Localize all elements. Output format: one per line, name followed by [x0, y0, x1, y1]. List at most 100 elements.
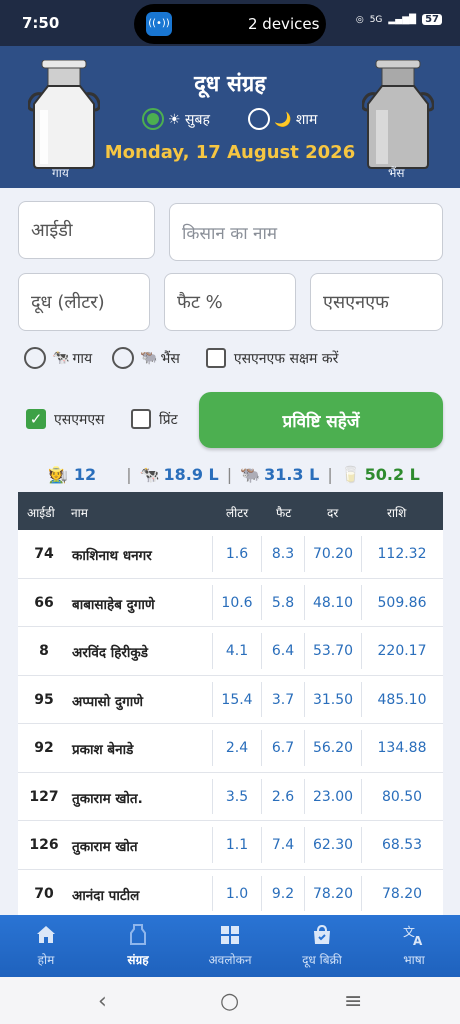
network-label: 5G	[369, 14, 383, 25]
radio-unselected-icon	[248, 108, 270, 130]
cell-fat: 5.8	[271, 594, 295, 611]
recents-icon[interactable]: ≡	[344, 989, 362, 1014]
table-row[interactable]: 70 आनंदा पाटील 1.0 9.2 78.20 78.20	[18, 869, 443, 916]
nav-home[interactable]: होम	[0, 921, 92, 968]
fat-input[interactable]: फैट %	[164, 273, 296, 331]
cow-icon: 🐄	[139, 464, 160, 484]
radio-unselected-icon	[24, 347, 46, 369]
col-id[interactable]: आईडी	[27, 504, 55, 521]
table-row[interactable]: 95 अप्पासो दुगाणे 15.4 3.7 31.50 485.10	[18, 675, 443, 724]
farmer-icon: 🧑‍🌾	[48, 464, 68, 484]
col-rate[interactable]: दर	[327, 504, 338, 521]
print-checkbox[interactable]: प्रिंट	[131, 409, 178, 429]
farmer-id-input[interactable]: आईडी	[18, 201, 155, 259]
checkbox-unchecked-icon	[131, 409, 151, 429]
radio-selected-icon	[142, 108, 164, 130]
cell-amount: 68.53	[381, 837, 423, 853]
table-header: आईडी नाम लीटर फैट दर राशि	[18, 492, 443, 530]
home-circle-icon[interactable]: ○	[220, 989, 239, 1014]
nav-language[interactable]: 文A भाषा	[368, 921, 460, 968]
cell-name: आनंदा पाटील	[72, 887, 140, 904]
table-row[interactable]: 74 काशिनाथ धनगर 1.6 8.3 70.20 112.32	[18, 530, 443, 579]
buffalo-icon: 🐃	[240, 464, 261, 484]
cow-radio[interactable]: 🐄 गाय	[24, 347, 92, 369]
current-date[interactable]: Monday, 17 August 2026	[0, 142, 460, 163]
cell-rate: 62.30	[312, 837, 354, 853]
buffalo-icon: 🐃	[140, 350, 158, 366]
hotspot-icon: ((•))	[146, 12, 172, 36]
animal-type-row: 🐄 गाय 🐃 भैंस एसएनएफ सक्षम करें	[24, 347, 338, 369]
milk-can-icon	[130, 924, 146, 945]
translate-icon: 文A	[403, 924, 423, 947]
cell-id: 74	[34, 546, 54, 562]
shift-morning-radio[interactable]: ☀ सुबह	[142, 108, 210, 130]
system-icons: ◎ 5G ▂▄▆█ 57	[356, 14, 442, 25]
cell-name: तुकाराम खोत	[72, 839, 138, 855]
shift-evening-radio[interactable]: 🌙 शाम	[248, 108, 317, 130]
nav-collection[interactable]: संग्रह	[92, 921, 184, 968]
cell-rate: 53.70	[312, 643, 354, 659]
collection-summary: 🧑‍🌾 12 | 🐄 18.9 L | 🐃 31.3 L | 🥛 50.2 L	[48, 464, 420, 484]
status-time: 7:50	[22, 14, 60, 32]
cell-fat: 2.6	[271, 788, 295, 805]
farmer-name-input[interactable]: किसान का नाम	[169, 203, 443, 261]
svg-text:A: A	[413, 934, 423, 947]
col-name[interactable]: नाम	[71, 504, 88, 521]
cow-radio-label: गाय	[72, 350, 93, 367]
cell-fat: 6.4	[271, 643, 295, 659]
cell-amount: 80.50	[381, 788, 423, 805]
cell-amount: 220.17	[377, 643, 427, 659]
col-liters[interactable]: लीटर	[226, 504, 248, 521]
cow-icon: 🐄	[52, 350, 70, 366]
cell-amount: 509.86	[377, 594, 427, 611]
col-amount[interactable]: राशि	[387, 504, 406, 521]
shift-evening-label: 🌙 शाम	[274, 111, 318, 128]
app-header: गाय भैंस दूध संग्रह ☀ सुबह 🌙 शाम Monday,…	[0, 46, 460, 188]
milk-liters-input[interactable]: दूध (लीटर)	[18, 273, 150, 331]
cell-liters: 1.6	[225, 546, 249, 562]
bottom-navigation: होम संग्रह अवलोकन दूध बिक्री 文A भाषा	[0, 915, 460, 977]
snf-input[interactable]: एसएनएफ	[310, 273, 443, 331]
table-row[interactable]: 126 तुकाराम खोत 1.1 7.4 62.30 68.53	[18, 821, 443, 870]
nav-overview[interactable]: अवलोकन	[184, 921, 276, 968]
cell-liters: 4.1	[225, 643, 249, 659]
dynamic-island[interactable]: ((•)) 2 devices	[134, 4, 326, 44]
cell-rate: 70.20	[312, 546, 354, 562]
table-row[interactable]: 66 बाबासाहेब दुगाणे 10.6 5.8 48.10 509.8…	[18, 578, 443, 627]
system-navigation: ‹ ○ ≡	[0, 977, 460, 1024]
table-row[interactable]: 92 प्रकाश बेनाडे 2.4 6.7 56.20 134.88	[18, 724, 443, 773]
entries-table[interactable]: 74 काशिनाथ धनगर 1.6 8.3 70.20 112.32 66 …	[18, 530, 443, 916]
cell-id: 95	[34, 691, 54, 708]
nav-milk-sale[interactable]: दूध बिक्री	[276, 921, 368, 968]
cell-amount: 485.10	[377, 691, 427, 708]
cell-name: अरविंद हिरीकुडे	[72, 645, 148, 661]
home-icon	[37, 926, 55, 943]
enable-snf-checkbox[interactable]: एसएनएफ सक्षम करें	[205, 348, 338, 368]
buffalo-radio[interactable]: 🐃 भैंस	[112, 347, 180, 369]
page-title: दूध संग्रह	[194, 72, 266, 97]
cell-id: 126	[29, 837, 59, 853]
buffalo-radio-label: भैंस	[160, 350, 180, 367]
signal-icon: ▂▄▆█	[388, 14, 417, 25]
cell-liters: 15.4	[221, 691, 253, 708]
dashboard-icon	[221, 926, 239, 944]
table-row[interactable]: 127 तुकाराम खोत. 3.5 2.6 23.00 80.50	[18, 772, 443, 821]
sms-checkbox[interactable]: ✓ एसएमएस	[26, 409, 105, 429]
cell-id: 127	[29, 788, 59, 805]
nav-collection-label: संग्रह	[127, 953, 149, 967]
devices-count: 2 devices	[248, 15, 320, 33]
cell-id: 70	[34, 885, 54, 902]
cell-amount: 78.20	[381, 885, 423, 902]
total-liters: 50.2 L	[364, 464, 420, 484]
table-row[interactable]: 8 अरविंद हिरीकुडे 4.1 6.4 53.70 220.17	[18, 627, 443, 676]
save-entry-button[interactable]: प्रविष्टि सहेजें	[199, 392, 443, 448]
col-fat[interactable]: फैट	[276, 504, 291, 521]
cell-amount: 112.32	[377, 546, 427, 562]
cell-id: 8	[39, 643, 49, 659]
cell-name: प्रकाश बेनाडे	[72, 742, 134, 758]
cell-rate: 23.00	[312, 788, 354, 805]
cell-liters: 1.0	[225, 885, 249, 902]
back-icon[interactable]: ‹	[98, 989, 107, 1014]
buffalo-can-label: भैंस	[388, 166, 405, 180]
sms-label: एसएमएस	[54, 411, 105, 428]
